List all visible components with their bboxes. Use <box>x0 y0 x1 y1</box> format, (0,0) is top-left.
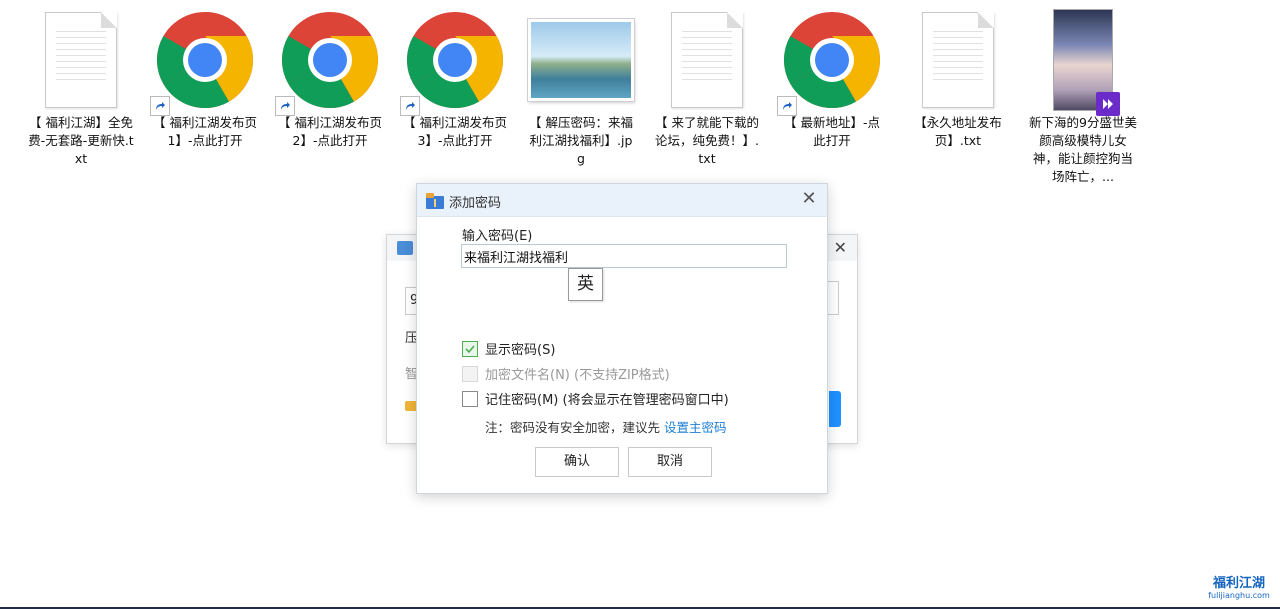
desktop-file-txt-3[interactable]: 【永久地址发布页】.txt <box>903 6 1013 150</box>
file-label: 新下海的9分盛世美颜高级模特儿女神，能让颜控狗当场阵亡，... <box>1029 115 1137 184</box>
add-password-dialog: 添加密码 ✕ 输入密码(E) 英 显示密码(S) 加密文件名(N) (不支持ZI… <box>416 183 828 494</box>
password-label: 输入密码(E) <box>462 229 533 244</box>
text-file-icon <box>903 6 1013 114</box>
file-label: 【 福利江湖】全免费-无套路-更新快.txt <box>28 115 134 166</box>
chrome-icon <box>275 6 385 116</box>
security-note: 注：密码没有安全加密，建议先 设置主密码 <box>485 417 727 436</box>
password-input[interactable] <box>461 244 787 268</box>
text-file-icon <box>26 6 136 114</box>
show-password-option[interactable]: 显示密码(S) <box>462 339 555 358</box>
primary-button-edge[interactable] <box>829 391 841 427</box>
ime-indicator: 英 <box>568 268 603 301</box>
video-player-icon <box>1096 92 1120 116</box>
desktop-file-jpg[interactable]: 【 解压密码：来福利江湖找福利】.jpg <box>526 6 636 168</box>
archive-app-icon <box>426 193 444 209</box>
archive-app-icon <box>397 241 413 255</box>
file-label: 【 来了就能下载的论坛，纯免费！】.txt <box>655 115 759 166</box>
desktop-file-txt-1[interactable]: 【 福利江湖】全免费-无套路-更新快.txt <box>26 6 136 168</box>
shortcut-arrow-icon <box>777 96 797 116</box>
security-note-text: 注：密码没有安全加密，建议先 <box>485 420 661 435</box>
text-file-icon <box>652 6 762 114</box>
watermark-url: fulijianghu.com <box>1208 591 1270 600</box>
show-password-label: 显示密码(S) <box>485 343 556 358</box>
image-file-icon <box>526 6 636 114</box>
chrome-icon <box>150 6 260 116</box>
encrypt-filenames-option: 加密文件名(N) (不支持ZIP格式) <box>462 364 670 383</box>
file-label: 【 最新地址】-点此打开 <box>784 115 880 148</box>
desktop-shortcut-1[interactable]: 【 福利江湖发布页1】-点此打开 <box>150 6 260 150</box>
close-icon[interactable]: ✕ <box>834 238 847 257</box>
encrypt-filenames-checkbox <box>462 365 478 382</box>
video-file-icon <box>1028 6 1138 116</box>
desktop-shortcut-3[interactable]: 【 福利江湖发布页3】-点此打开 <box>400 6 510 150</box>
watermark-logo: 福利江湖 fulijianghu.com <box>1204 577 1274 603</box>
desktop-shortcut-4[interactable]: 【 最新地址】-点此打开 <box>777 6 887 150</box>
remember-password-checkbox[interactable] <box>462 390 478 407</box>
file-label: 【 福利江湖发布页2】-点此打开 <box>278 115 382 148</box>
remember-password-option[interactable]: 记住密码(M) (将会显示在管理密码窗口中) <box>462 389 729 408</box>
shortcut-arrow-icon <box>400 96 420 116</box>
file-label: 【 福利江湖发布页1】-点此打开 <box>153 115 257 148</box>
dialog-title: 添加密码 <box>449 196 502 211</box>
file-label: 【 福利江湖发布页3】-点此打开 <box>403 115 507 148</box>
file-label: 【永久地址发布页】.txt <box>914 115 1002 148</box>
desktop-file-txt-2[interactable]: 【 来了就能下载的论坛，纯免费！】.txt <box>652 6 762 168</box>
close-icon[interactable]: ✕ <box>799 189 819 209</box>
set-master-password-link[interactable]: 设置主密码 <box>664 420 727 435</box>
remember-password-label: 记住密码(M) (将会显示在管理密码窗口中) <box>485 393 729 408</box>
show-password-checkbox[interactable] <box>462 340 478 357</box>
watermark-title: 福利江湖 <box>1212 576 1265 591</box>
ok-button[interactable]: 确认 <box>535 447 619 477</box>
encrypt-filenames-label: 加密文件名(N) (不支持ZIP格式) <box>485 368 670 383</box>
chrome-icon <box>400 6 510 116</box>
checkmark-icon <box>465 344 475 353</box>
chrome-icon <box>777 6 887 116</box>
dialog-titlebar: 添加密码 ✕ <box>417 184 827 217</box>
shortcut-arrow-icon <box>150 96 170 116</box>
shortcut-arrow-icon <box>275 96 295 116</box>
cancel-button[interactable]: 取消 <box>628 447 712 477</box>
file-label: 【 解压密码：来福利江湖找福利】.jpg <box>529 115 633 166</box>
desktop-shortcut-2[interactable]: 【 福利江湖发布页2】-点此打开 <box>275 6 385 150</box>
desktop-file-video[interactable]: 新下海的9分盛世美颜高级模特儿女神，能让颜控狗当场阵亡，... <box>1028 6 1138 186</box>
